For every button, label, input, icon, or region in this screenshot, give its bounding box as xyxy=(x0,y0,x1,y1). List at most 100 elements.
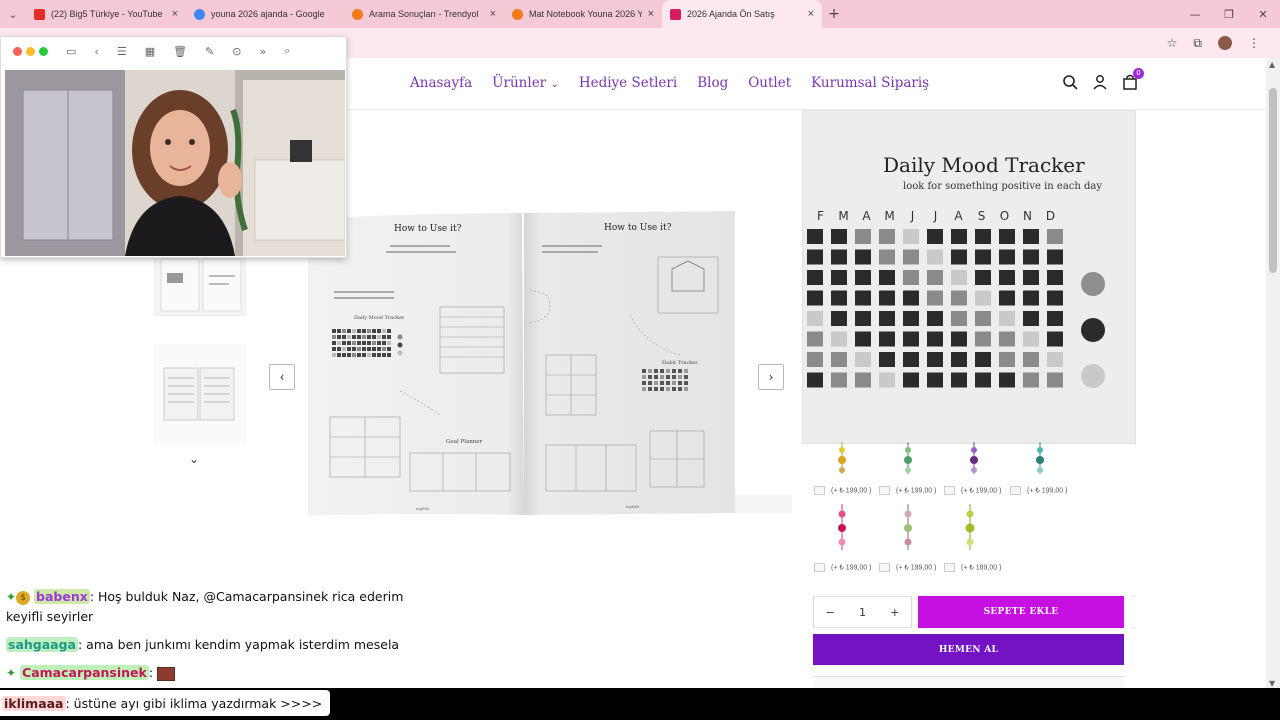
new-tab-plus-icon[interactable]: + xyxy=(822,6,846,22)
bookmark-star-icon[interactable]: ☆ xyxy=(1167,36,1178,50)
charm-option[interactable] xyxy=(886,502,946,572)
charm-option[interactable] xyxy=(952,502,1012,572)
buy-now-button[interactable]: HEMEN AL xyxy=(813,634,1124,665)
charm-checkbox[interactable] xyxy=(814,486,825,495)
close-window-icon[interactable]: ✕ xyxy=(1246,8,1280,21)
mood-cell xyxy=(855,290,871,306)
chat-username[interactable]: sahgaaga xyxy=(6,637,78,652)
nav-link-corporate[interactable]: Kurumsal Sipariş xyxy=(811,75,929,91)
minimize-icon[interactable]: — xyxy=(1178,8,1212,21)
cart-count-badge: 0 xyxy=(1133,68,1144,79)
emote-image-icon xyxy=(157,666,176,681)
close-tab-icon[interactable]: × xyxy=(490,8,496,20)
mood-cell xyxy=(975,311,991,326)
tab-search-icon[interactable]: ⌄ xyxy=(0,0,26,28)
charm-option[interactable] xyxy=(1018,440,1078,510)
charm-option[interactable] xyxy=(820,502,880,572)
charm-option[interactable] xyxy=(820,440,880,510)
tab-title: 2026 Ajanda Ön Satış xyxy=(687,9,775,19)
charm-price: (+ ₺ 199,00 ) xyxy=(944,486,1001,495)
heart-favicon-icon xyxy=(670,8,681,20)
scroll-up-icon[interactable]: ▲ xyxy=(1269,60,1275,69)
nav-link-outlet[interactable]: Outlet xyxy=(748,75,791,91)
mood-cell xyxy=(951,290,967,306)
nav-link-gift-sets[interactable]: Hediye Setleri xyxy=(579,75,677,91)
scroll-down-icon[interactable]: ▼ xyxy=(1269,679,1275,688)
trash-icon[interactable]: 🗑 xyxy=(173,45,187,58)
charm-checkbox[interactable] xyxy=(879,486,890,495)
extensions-icon[interactable]: ⧉ xyxy=(1193,36,1202,51)
trendyol-favicon-icon xyxy=(512,8,523,20)
profile-avatar-icon[interactable] xyxy=(1218,36,1232,50)
carousel-next-button[interactable]: › xyxy=(758,364,784,390)
page-footer: myfith xyxy=(626,504,639,509)
scroll-thumb[interactable] xyxy=(1269,88,1277,273)
search-icon[interactable]: ⌕ xyxy=(284,44,290,58)
mood-cell xyxy=(999,311,1015,326)
list-view-icon[interactable]: ☰ xyxy=(117,45,127,58)
mood-cell xyxy=(975,331,991,347)
price-text: (+ ₺ 199,00 ) xyxy=(961,487,1002,495)
chat-username[interactable]: iklimaaa xyxy=(2,695,66,711)
quantity-value[interactable]: 1 xyxy=(846,606,878,619)
thumbnail-image xyxy=(160,258,242,312)
charm-checkbox[interactable] xyxy=(944,563,955,572)
chat-text: : xyxy=(148,665,154,680)
mood-cell xyxy=(975,270,991,285)
search-icon[interactable] xyxy=(1062,74,1078,90)
site-navigation: Anasayfa Ürünler ⌄ Hediye Setleri Blog O… xyxy=(346,58,1266,110)
tab-trendyol-search[interactable]: Arama Sonuçları - Trendyol × xyxy=(344,0,504,28)
nav-link-home[interactable]: Anasayfa xyxy=(410,75,472,91)
mood-cell xyxy=(879,331,895,347)
more-menu-icon[interactable]: ⋮ xyxy=(1248,36,1260,50)
tab-google[interactable]: youna 2026 ajanda - Google xyxy=(186,0,344,28)
charm-checkbox[interactable] xyxy=(814,563,825,572)
product-thumbnail[interactable] xyxy=(154,344,246,444)
main-product-image[interactable]: How to Use it? How to Use it? Daily Mood… xyxy=(300,205,792,521)
sidebar-toggle-icon[interactable]: ▭ xyxy=(66,45,76,58)
mood-cell xyxy=(1023,311,1039,326)
video-overlay[interactable]: ▭ ‹ ☰ ▦ 🗑 ✎ ⊙ » ⌕ xyxy=(0,36,347,258)
charm-checkbox[interactable] xyxy=(1010,486,1021,495)
left-page-title: How to Use it? xyxy=(394,224,462,234)
restore-icon[interactable]: ❐ xyxy=(1212,8,1246,21)
quantity-plus-button[interactable]: + xyxy=(879,606,911,619)
close-tab-icon[interactable]: × xyxy=(172,8,178,20)
quantity-minus-button[interactable]: − xyxy=(814,606,846,619)
charm-option[interactable] xyxy=(886,440,946,510)
grid-view-icon[interactable]: ▦ xyxy=(145,45,155,58)
mood-cell xyxy=(951,249,967,265)
accordion-section[interactable] xyxy=(813,676,1124,688)
window-minimize-dot-icon[interactable] xyxy=(26,46,35,56)
add-to-cart-button[interactable]: SEPETE EKLE xyxy=(918,596,1124,628)
more-chevron-icon[interactable]: » xyxy=(260,45,267,58)
close-tab-icon[interactable]: × xyxy=(808,8,814,20)
tab-ajanda[interactable]: 2026 Ajanda Ön Satış × xyxy=(662,0,822,28)
mood-cell xyxy=(951,331,967,347)
charm-image xyxy=(965,504,975,550)
edit-icon[interactable]: ✎ xyxy=(205,45,214,58)
user-icon[interactable] xyxy=(1092,74,1108,90)
page-scrollbar[interactable]: ▲ ▼ xyxy=(1266,58,1280,688)
product-thumbnail[interactable] xyxy=(154,252,246,316)
close-tab-icon[interactable]: × xyxy=(648,8,654,20)
share-icon[interactable]: ⊙ xyxy=(232,45,241,58)
chat-username[interactable]: babenx xyxy=(34,589,90,604)
charm-checkbox[interactable] xyxy=(879,563,890,572)
charm-option[interactable] xyxy=(952,440,1012,510)
cart-button[interactable]: 0 xyxy=(1122,68,1144,90)
tab-title: Arama Sonuçları - Trendyol xyxy=(369,9,479,19)
thumbnails-down-chevron-icon[interactable]: ⌄ xyxy=(189,452,199,466)
carousel-prev-button[interactable]: ‹ xyxy=(269,364,295,390)
mood-cell xyxy=(975,229,991,244)
mood-cell xyxy=(1047,290,1063,306)
nav-link-products[interactable]: Ürünler ⌄ xyxy=(492,75,559,91)
tab-trendyol-notebook[interactable]: Mat Notebook Youna 2026 Yı × xyxy=(504,0,662,28)
nav-link-blog[interactable]: Blog xyxy=(697,75,728,91)
tab-youtube[interactable]: (22) Big5 Türkiye - YouTube × xyxy=(26,0,186,28)
window-close-dot-icon[interactable] xyxy=(13,46,22,56)
chat-username[interactable]: Camacarpansinek xyxy=(20,665,149,680)
charm-checkbox[interactable] xyxy=(944,486,955,495)
back-chevron-icon[interactable]: ‹ xyxy=(94,45,98,58)
window-maximize-dot-icon[interactable] xyxy=(39,46,48,56)
